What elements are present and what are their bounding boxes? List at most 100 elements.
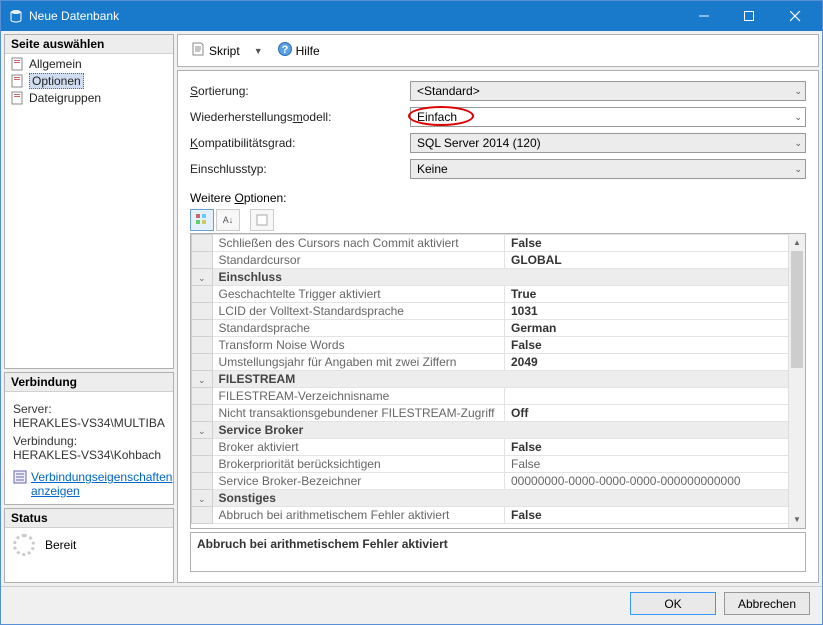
containment-select[interactable]: Keine ⌄ xyxy=(410,159,806,179)
script-button[interactable]: Skript xyxy=(186,39,244,62)
grid-property-value[interactable]: False xyxy=(505,439,805,456)
grid-property-row[interactable]: Abbruch bei arithmetischem Fehler aktivi… xyxy=(192,507,805,524)
connection-props-text1: Verbindungseigenschaften xyxy=(31,470,172,484)
containment-label: Einschlusstyp: xyxy=(190,162,410,176)
chevron-down-icon: ⌄ xyxy=(198,494,206,504)
grid-property-value[interactable]: False xyxy=(505,235,805,252)
grid-property-row[interactable]: Geschachtelte Trigger aktiviertTrue xyxy=(192,286,805,303)
page-icon xyxy=(11,91,25,105)
status-heading: Status xyxy=(5,509,173,528)
cancel-button[interactable]: Abbrechen xyxy=(724,592,810,615)
sidebar-item-allgemein[interactable]: Allgemein xyxy=(9,56,169,72)
scroll-thumb[interactable] xyxy=(791,251,803,368)
alphabetical-button[interactable]: A↓ xyxy=(216,209,240,231)
sort-az-icon: A↓ xyxy=(223,215,234,225)
grid-property-row[interactable]: LCID der Volltext-Standardsprache1031 xyxy=(192,303,805,320)
grid-property-row[interactable]: Umstellungsjahr für Angaben mit zwei Zif… xyxy=(192,354,805,371)
script-icon xyxy=(190,41,206,60)
compat-select[interactable]: SQL Server 2014 (120) ⌄ xyxy=(410,133,806,153)
connection-panel: Verbindung Server: HERAKLES-VS34\MULTIBA… xyxy=(4,372,174,505)
grid-property-row[interactable]: Service Broker-Bezeichner00000000-0000-0… xyxy=(192,473,805,490)
grid-property-row[interactable]: StandardspracheGerman xyxy=(192,320,805,337)
sidebar-item-label: Optionen xyxy=(29,73,84,89)
property-grid: Schließen des Cursors nach Commit aktivi… xyxy=(190,233,806,529)
sort-label: Sortierung: xyxy=(190,84,410,98)
sidebar-item-optionen[interactable]: Optionen xyxy=(9,72,169,90)
grid-property-value[interactable]: False xyxy=(505,507,805,524)
grid-property-name: Broker aktiviert xyxy=(212,439,504,456)
window-title: Neue Datenbank xyxy=(29,9,684,23)
grid-property-row[interactable]: Transform Noise WordsFalse xyxy=(192,337,805,354)
grid-property-row[interactable]: Broker aktiviertFalse xyxy=(192,439,805,456)
chevron-down-icon: ⌄ xyxy=(198,375,206,385)
status-text: Bereit xyxy=(45,538,76,552)
sort-select[interactable]: <Standard> ⌄ xyxy=(410,81,806,101)
server-label: Server: xyxy=(13,402,165,416)
grid-property-value[interactable]: GLOBAL xyxy=(505,252,805,269)
grid-property-name: FILESTREAM-Verzeichnisname xyxy=(212,388,504,405)
ok-button[interactable]: OK xyxy=(630,592,716,615)
grid-property-value[interactable]: False xyxy=(505,456,805,473)
grid-category-row[interactable]: ⌄ Einschluss xyxy=(192,269,805,286)
maximize-button[interactable] xyxy=(729,1,774,31)
page-list: Allgemein Optionen Dateigruppen xyxy=(5,54,173,108)
grid-scrollbar[interactable]: ▲ ▼ xyxy=(788,234,805,528)
grid-property-value[interactable]: Off xyxy=(505,405,805,422)
grid-category-row[interactable]: ⌄ Service Broker xyxy=(192,422,805,439)
recovery-select[interactable]: Einfach ⌄ xyxy=(410,107,806,127)
grid-property-row[interactable]: FILESTREAM-Verzeichnisname xyxy=(192,388,805,405)
grid-property-value[interactable]: True xyxy=(505,286,805,303)
grid-property-value[interactable]: 2049 xyxy=(505,354,805,371)
grid-property-name: Brokerpriorität berücksichtigen xyxy=(212,456,504,473)
help-icon: ? xyxy=(277,41,293,60)
close-button[interactable] xyxy=(774,1,822,31)
categorized-button[interactable] xyxy=(190,209,214,231)
minimize-button[interactable] xyxy=(684,1,729,31)
grid-property-row[interactable]: Brokerpriorität berücksichtigenFalse xyxy=(192,456,805,473)
description-text: Abbruch bei arithmetischem Fehler aktivi… xyxy=(197,537,799,551)
properties-icon xyxy=(13,470,27,498)
grid-property-name: Standardsprache xyxy=(212,320,504,337)
status-spinner-icon xyxy=(13,534,35,556)
grid-category-label: Einschluss xyxy=(212,269,804,286)
sidebar-item-dateigruppen[interactable]: Dateigruppen xyxy=(9,90,169,106)
chevron-down-icon: ⌄ xyxy=(794,138,802,149)
grid-property-value[interactable]: German xyxy=(505,320,805,337)
grid-property-value[interactable] xyxy=(505,388,805,405)
cancel-label: Abbrechen xyxy=(738,597,796,611)
grid-property-row[interactable]: Schließen des Cursors nach Commit aktivi… xyxy=(192,235,805,252)
grid-property-row[interactable]: StandardcursorGLOBAL xyxy=(192,252,805,269)
titlebar: Neue Datenbank xyxy=(1,1,822,31)
left-pane: Seite auswählen Allgemein Optionen xyxy=(4,34,174,583)
pages-icon xyxy=(255,213,269,227)
page-select-heading: Seite auswählen xyxy=(5,35,173,54)
page-icon xyxy=(11,57,25,71)
help-label: Hilfe xyxy=(296,44,320,58)
grid-property-name: Standardcursor xyxy=(212,252,504,269)
chevron-down-icon: ⌄ xyxy=(198,273,206,283)
containment-value: Keine xyxy=(417,162,448,176)
script-dropdown-arrow[interactable]: ▼ xyxy=(250,46,267,56)
scroll-up-button[interactable]: ▲ xyxy=(789,234,805,251)
property-description: Abbruch bei arithmetischem Fehler aktivi… xyxy=(190,532,806,572)
grid-property-value[interactable]: False xyxy=(505,337,805,354)
grid-property-row[interactable]: Nicht transaktionsgebundener FILESTREAM-… xyxy=(192,405,805,422)
grid-category-row[interactable]: ⌄FILESTREAM xyxy=(192,371,805,388)
chevron-down-icon: ⌄ xyxy=(794,164,802,175)
server-value: HERAKLES-VS34\MULTIBASECS xyxy=(13,416,165,430)
grid-category-label: Service Broker xyxy=(212,422,804,439)
status-panel: Status Bereit xyxy=(4,508,174,583)
scroll-down-button[interactable]: ▼ xyxy=(789,511,805,528)
other-options-label: Weitere Optionen: xyxy=(190,191,806,205)
property-pages-button[interactable] xyxy=(250,209,274,231)
grid-category-row[interactable]: ⌄Sonstiges xyxy=(192,490,805,507)
database-icon xyxy=(9,9,23,23)
grid-property-name: Service Broker-Bezeichner xyxy=(212,473,504,490)
grid-property-value[interactable]: 1031 xyxy=(505,303,805,320)
connection-props-link[interactable]: Verbindungseigenschaften anzeigen xyxy=(13,470,165,498)
help-button[interactable]: ? Hilfe xyxy=(273,39,324,62)
compat-label: Kompatibilitätsgrad: xyxy=(190,136,410,150)
grid-property-name: Nicht transaktionsgebundener FILESTREAM-… xyxy=(212,405,504,422)
chevron-down-icon: ⌄ xyxy=(198,426,206,436)
grid-property-value[interactable]: 00000000-0000-0000-0000-000000000000 xyxy=(505,473,805,490)
